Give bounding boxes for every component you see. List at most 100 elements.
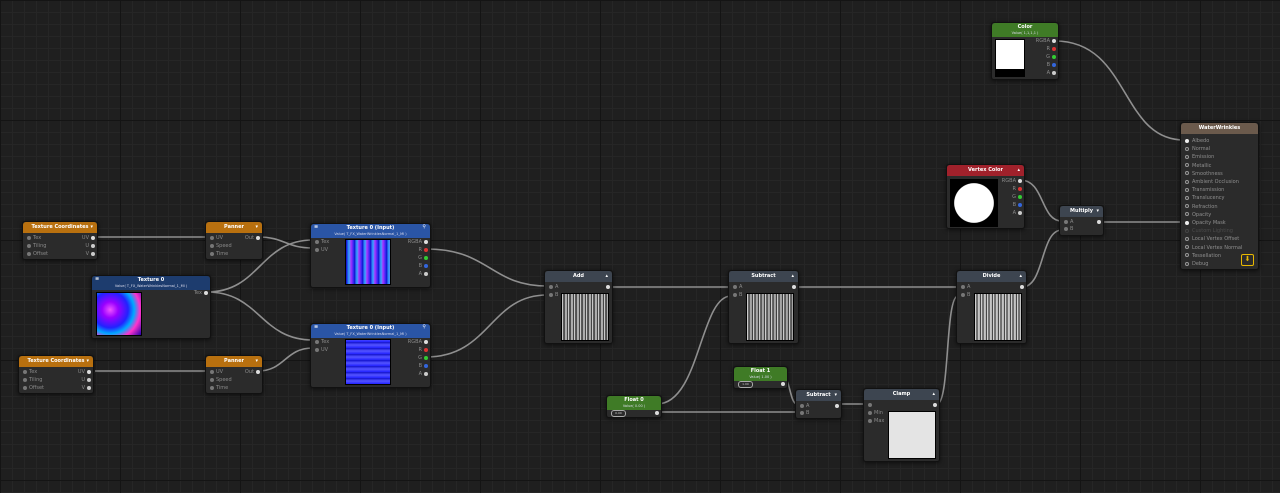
- output-pin[interactable]: [1052, 46, 1056, 51]
- texture-input-node-2[interactable]: ≡ Texture 0 (Input) Value( T_FX_WaterWrink…: [310, 323, 431, 388]
- property-smoothness[interactable]: Smoothness: [1185, 170, 1242, 178]
- output-pin[interactable]: [91, 251, 95, 256]
- input-pin[interactable]: [23, 377, 27, 382]
- float-1-node[interactable]: Float 1 Value( 1.00 ) 1.00: [733, 366, 788, 389]
- property-tessellation[interactable]: Tessellation: [1185, 252, 1242, 260]
- property-ambient-occlusion[interactable]: Ambient Occlusion: [1185, 178, 1242, 186]
- input-pin[interactable]: [868, 418, 872, 423]
- output-pin[interactable]: [1052, 38, 1056, 43]
- output-pin[interactable]: [1097, 219, 1101, 224]
- input-pin[interactable]: [23, 369, 27, 374]
- input-pin[interactable]: [27, 251, 31, 256]
- input-pin[interactable]: [210, 385, 214, 390]
- subtract-node-2[interactable]: Subtract ▾ A B: [795, 389, 842, 419]
- link-icon[interactable]: ⚲: [422, 224, 426, 231]
- collapse-icon[interactable]: ▴: [932, 389, 935, 400]
- link-icon[interactable]: ⚲: [422, 324, 426, 331]
- input-pin[interactable]: [23, 385, 27, 390]
- master-output-node[interactable]: WaterWrinkles Albedo Normal Emission Met…: [1180, 122, 1259, 270]
- menu-icon[interactable]: ≡: [95, 276, 99, 283]
- save-icon[interactable]: ⬇: [1241, 254, 1254, 266]
- input-pin[interactable]: [315, 347, 319, 352]
- output-pin[interactable]: [655, 410, 659, 415]
- output-pin[interactable]: [781, 381, 785, 386]
- property-refraction[interactable]: Refraction: [1185, 203, 1242, 211]
- menu-icon[interactable]: ≡: [314, 224, 318, 231]
- menu-icon[interactable]: ≡: [314, 324, 318, 331]
- output-pin[interactable]: [424, 371, 428, 376]
- chevron-down-icon[interactable]: ▾: [255, 222, 258, 233]
- divide-node[interactable]: Divide ▴ A B: [956, 270, 1027, 344]
- chevron-down-icon[interactable]: ▾: [86, 356, 89, 367]
- output-pin[interactable]: [424, 355, 428, 360]
- property-emission[interactable]: Emission: [1185, 153, 1242, 161]
- output-pin[interactable]: [792, 284, 796, 289]
- output-pin[interactable]: [424, 263, 428, 268]
- output-pin[interactable]: [424, 247, 428, 252]
- output-pin[interactable]: [204, 290, 208, 295]
- input-pin[interactable]: [27, 235, 31, 240]
- input-pin[interactable]: [549, 284, 553, 289]
- output-pin[interactable]: [606, 284, 610, 289]
- texture-coordinates-node-2[interactable]: Texture Coordinates ▾ Tex Tiling Offset U…: [18, 355, 94, 394]
- chevron-down-icon[interactable]: ▾: [834, 390, 837, 401]
- property-metallic[interactable]: Metallic: [1185, 162, 1242, 170]
- input-pin[interactable]: [315, 339, 319, 344]
- collapse-icon[interactable]: ▴: [605, 271, 608, 282]
- input-pin[interactable]: [210, 243, 214, 248]
- input-pin[interactable]: [27, 243, 31, 248]
- output-pin[interactable]: [424, 271, 428, 276]
- output-pin[interactable]: [1018, 210, 1022, 215]
- input-pin[interactable]: [733, 292, 737, 297]
- input-pin[interactable]: [210, 369, 214, 374]
- property-normal[interactable]: Normal: [1185, 145, 1242, 153]
- output-pin[interactable]: [91, 235, 95, 240]
- output-pin[interactable]: [87, 369, 91, 374]
- collapse-icon[interactable]: ▴: [791, 271, 794, 282]
- panner-node-2[interactable]: Panner ▾ UV Speed Time Out: [205, 355, 263, 394]
- output-pin[interactable]: [91, 243, 95, 248]
- output-pin[interactable]: [1018, 202, 1022, 207]
- graph-canvas[interactable]: [0, 0, 1280, 493]
- input-pin[interactable]: [210, 251, 214, 256]
- multiply-node[interactable]: Multiply ▾ A B: [1059, 205, 1104, 236]
- value-field[interactable]: 0.00: [611, 410, 626, 417]
- input-pin[interactable]: [315, 239, 319, 244]
- output-pin[interactable]: [424, 363, 428, 368]
- property-opacity[interactable]: Opacity: [1185, 211, 1242, 219]
- output-pin[interactable]: [1018, 186, 1022, 191]
- collapse-icon[interactable]: ▴: [1017, 165, 1020, 176]
- output-pin[interactable]: [1020, 284, 1024, 289]
- output-pin[interactable]: [1018, 194, 1022, 199]
- input-pin[interactable]: [800, 403, 804, 408]
- property-local-vertex-normal[interactable]: Local Vertex Normal: [1185, 244, 1242, 252]
- texture-input-node-1[interactable]: ≡ Texture 0 (Input) Value( T_FX_WaterWrink…: [310, 223, 431, 288]
- output-pin[interactable]: [424, 255, 428, 260]
- input-pin[interactable]: [1064, 226, 1068, 231]
- output-pin[interactable]: [1052, 70, 1056, 75]
- input-pin[interactable]: [868, 410, 872, 415]
- value-field[interactable]: 1.00: [738, 381, 753, 388]
- input-pin[interactable]: [868, 402, 872, 407]
- output-pin[interactable]: [256, 369, 260, 374]
- output-pin[interactable]: [424, 339, 428, 344]
- color-swatch[interactable]: [995, 39, 1025, 77]
- vertex-color-node[interactable]: Vertex Color ▴ RGBA R G B A: [946, 164, 1025, 229]
- input-pin[interactable]: [549, 292, 553, 297]
- chevron-down-icon[interactable]: ▾: [255, 356, 258, 367]
- property-translucency[interactable]: Translucency: [1185, 194, 1242, 202]
- panner-node-1[interactable]: Panner ▾ UV Speed Time Out: [205, 221, 263, 260]
- add-node[interactable]: Add ▴ A B: [544, 270, 613, 344]
- input-pin[interactable]: [961, 284, 965, 289]
- clamp-node[interactable]: Clamp ▴ Min Max: [863, 388, 940, 462]
- output-pin[interactable]: [87, 377, 91, 382]
- property-transmission[interactable]: Transmission: [1185, 186, 1242, 194]
- input-pin[interactable]: [1064, 219, 1068, 224]
- chevron-down-icon[interactable]: ▾: [1096, 206, 1099, 217]
- output-pin[interactable]: [424, 347, 428, 352]
- output-pin[interactable]: [1052, 62, 1056, 67]
- output-pin[interactable]: [87, 385, 91, 390]
- output-pin[interactable]: [256, 235, 260, 240]
- texture-0-node[interactable]: ≡ Texture 0 Value( T_FX_WaterWrinklesNorma…: [91, 275, 211, 339]
- subtract-node-1[interactable]: Subtract ▴ A B: [728, 270, 799, 344]
